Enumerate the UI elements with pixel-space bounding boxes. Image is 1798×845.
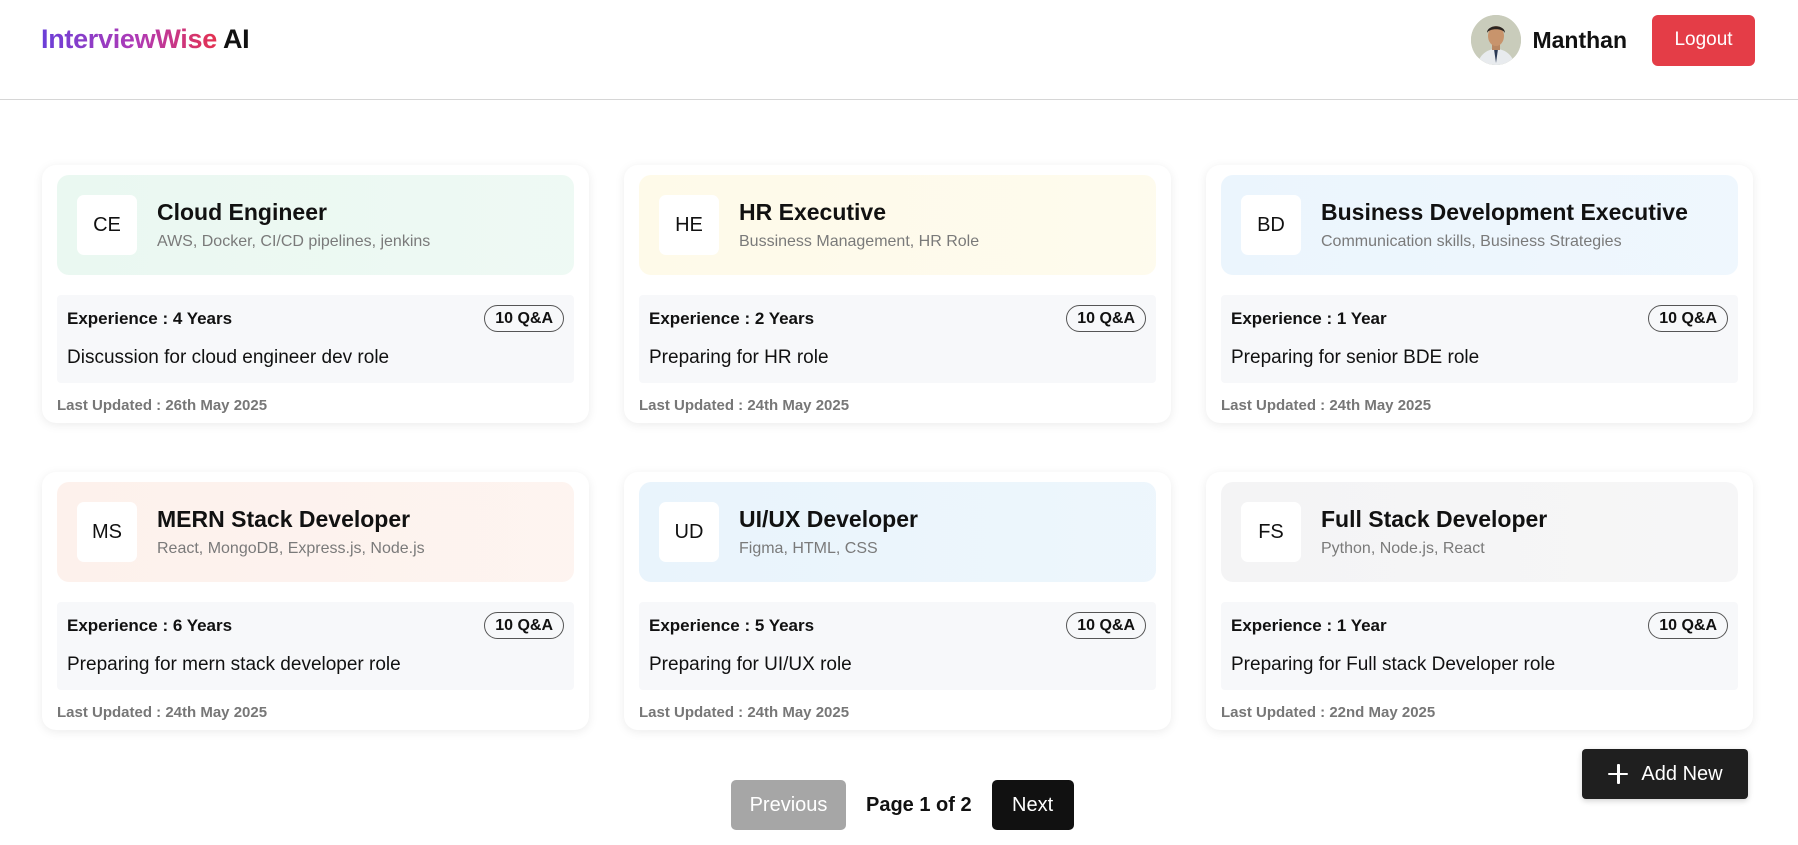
last-updated: Last Updated : 24th May 2025 [1221, 397, 1432, 414]
card-details: Experience : 1 Year 10 Q&A Preparing for… [1221, 602, 1738, 690]
card-header: CE Cloud Engineer AWS, Docker, CI/CD pip… [57, 175, 574, 275]
qa-count-badge: 10 Q&A [1066, 305, 1146, 332]
app-logo[interactable]: InterviewWise AI [41, 24, 250, 55]
experience-label: Experience : 5 Years [649, 616, 815, 635]
role-skills: Python, Node.js, React [1321, 540, 1485, 557]
brand-name: InterviewWise [41, 24, 217, 54]
role-initials: HE [659, 195, 719, 255]
qa-count-badge: 10 Q&A [1066, 612, 1146, 639]
session-description: Preparing for senior BDE role [1231, 347, 1480, 368]
role-initials: FS [1241, 502, 1301, 562]
role-title: Cloud Engineer [157, 199, 327, 225]
avatar[interactable] [1471, 15, 1522, 65]
experience-label: Experience : 1 Year [1231, 309, 1387, 328]
card-header: BD Business Development Executive Commun… [1221, 175, 1738, 275]
experience-label: Experience : 6 Years [67, 616, 233, 635]
role-skills: React, MongoDB, Express.js, Node.js [157, 540, 425, 557]
qa-count-badge: 10 Q&A [1648, 612, 1728, 639]
card-details: Experience : 1 Year 10 Q&A Preparing for… [1221, 295, 1738, 383]
plus-icon [1607, 763, 1629, 785]
role-title: MERN Stack Developer [157, 506, 411, 532]
user-name: Manthan [1532, 26, 1627, 53]
top-navbar: InterviewWise AI Manthan Logout [0, 0, 1798, 100]
add-new-button[interactable]: Add New [1582, 749, 1748, 799]
role-initials: UD [659, 502, 719, 562]
last-updated: Last Updated : 24th May 2025 [639, 397, 850, 414]
next-page-button[interactable]: Next [991, 780, 1074, 830]
role-initials: CE [77, 195, 137, 255]
role-skills: Communication skills, Business Strategie… [1321, 233, 1622, 250]
session-description: Discussion for cloud engineer dev role [67, 347, 390, 368]
role-initials: BD [1241, 195, 1301, 255]
session-card[interactable]: MS MERN Stack Developer React, MongoDB, … [42, 472, 589, 730]
last-updated: Last Updated : 24th May 2025 [57, 704, 268, 721]
experience-label: Experience : 4 Years [67, 309, 233, 328]
page-indicator: Page 1 of 2 [866, 793, 972, 816]
session-card[interactable]: UD UI/UX Developer Figma, HTML, CSS Expe… [624, 472, 1171, 730]
role-skills: AWS, Docker, CI/CD pipelines, jenkins [157, 233, 431, 250]
role-title: Business Development Executive [1321, 199, 1688, 225]
role-title: HR Executive [739, 199, 887, 225]
user-menu: Manthan Logout [1471, 14, 1755, 66]
session-card[interactable]: BD Business Development Executive Commun… [1206, 165, 1753, 423]
session-description: Preparing for HR role [649, 347, 829, 368]
card-details: Experience : 2 Years 10 Q&A Preparing fo… [639, 295, 1156, 383]
qa-count-badge: 10 Q&A [1648, 305, 1728, 332]
session-description: Preparing for Full stack Developer role [1231, 654, 1556, 675]
experience-label: Experience : 1 Year [1231, 616, 1387, 635]
session-description: Preparing for UI/UX role [649, 654, 852, 675]
session-card[interactable]: CE Cloud Engineer AWS, Docker, CI/CD pip… [42, 165, 589, 423]
card-header: FS Full Stack Developer Python, Node.js,… [1221, 482, 1738, 582]
last-updated: Last Updated : 22nd May 2025 [1221, 704, 1436, 721]
role-title: UI/UX Developer [739, 506, 918, 532]
last-updated: Last Updated : 24th May 2025 [639, 704, 850, 721]
last-updated: Last Updated : 26th May 2025 [57, 397, 268, 414]
role-skills: Bussiness Management, HR Role [739, 233, 980, 250]
card-header: HE HR Executive Bussiness Management, HR… [639, 175, 1156, 275]
role-skills: Figma, HTML, CSS [739, 540, 878, 557]
session-card[interactable]: HE HR Executive Bussiness Management, HR… [624, 165, 1171, 423]
role-initials: MS [77, 502, 137, 562]
logout-button[interactable]: Logout [1652, 14, 1755, 66]
add-new-label: Add New [1641, 762, 1723, 785]
card-header: UD UI/UX Developer Figma, HTML, CSS [639, 482, 1156, 582]
card-details: Experience : 4 Years 10 Q&A Discussion f… [57, 295, 574, 383]
previous-page-button[interactable]: Previous [731, 780, 846, 830]
session-description: Preparing for mern stack developer role [67, 654, 401, 675]
experience-label: Experience : 2 Years [649, 309, 815, 328]
card-details: Experience : 5 Years 10 Q&A Preparing fo… [639, 602, 1156, 690]
qa-count-badge: 10 Q&A [484, 612, 564, 639]
pagination: Previous Page 1 of 2 Next [731, 780, 1074, 830]
card-header: MS MERN Stack Developer React, MongoDB, … [57, 482, 574, 582]
role-title: Full Stack Developer [1321, 506, 1548, 532]
session-card[interactable]: FS Full Stack Developer Python, Node.js,… [1206, 472, 1753, 730]
brand-suffix: AI [222, 24, 250, 54]
card-details: Experience : 6 Years 10 Q&A Preparing fo… [57, 602, 574, 690]
qa-count-badge: 10 Q&A [484, 305, 564, 332]
